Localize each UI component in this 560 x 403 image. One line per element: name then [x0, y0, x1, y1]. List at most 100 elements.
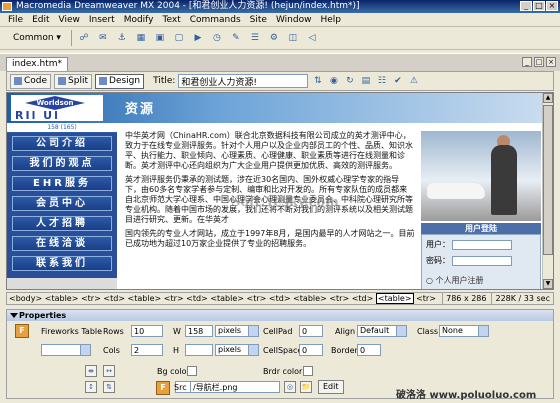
- article-text[interactable]: 中华英才网（ChinaHR.com）联合北京数据科技有限公司成立的英才测评中心，…: [125, 131, 415, 289]
- template-icon[interactable]: ◫: [286, 32, 300, 45]
- nav-item-about[interactable]: 公司介绍: [12, 136, 112, 151]
- validate-icon[interactable]: ✔: [391, 75, 404, 88]
- vertical-scrollbar[interactable]: ▲ ▼: [542, 93, 553, 289]
- tag-selector-item[interactable]: <td>: [269, 294, 291, 303]
- height-unit-select[interactable]: pixels: [215, 344, 259, 356]
- tag-selector-item[interactable]: <td>: [186, 294, 208, 303]
- convert-widths-pixels-icon[interactable]: ↔: [103, 365, 115, 377]
- tag-chooser-icon[interactable]: ◁: [305, 32, 319, 45]
- tag-selector-item[interactable]: <table>: [45, 294, 79, 303]
- menu-modify[interactable]: Modify: [124, 15, 154, 25]
- menu-insert[interactable]: Insert: [89, 15, 115, 25]
- clear-row-heights-icon[interactable]: ↕: [85, 381, 97, 393]
- named-anchor-icon[interactable]: ⚓: [115, 32, 129, 45]
- media-icon[interactable]: ▶: [191, 32, 205, 45]
- nav-item-members[interactable]: 会员中心: [12, 196, 112, 211]
- tag-selector-item-selected[interactable]: <table>: [375, 293, 414, 304]
- tag-selector-item[interactable]: <table>: [293, 294, 327, 303]
- maximize-button[interactable]: □: [533, 1, 545, 11]
- image-icon[interactable]: ▢: [172, 32, 186, 45]
- design-canvas[interactable]: Worldson RIl Ul 资源 158 (165) 公司介绍 我们的观点 …: [6, 92, 554, 290]
- view-options-icon[interactable]: ▤: [359, 75, 372, 88]
- doc-restore-button[interactable]: □: [534, 57, 544, 67]
- width-input[interactable]: [185, 325, 213, 337]
- height-input[interactable]: [185, 344, 213, 356]
- border-input[interactable]: [357, 344, 381, 356]
- layer-icon[interactable]: ▣: [153, 32, 167, 45]
- browse-folder-icon[interactable]: 📁: [300, 381, 312, 393]
- insert-category-dropdown[interactable]: Common ▾: [8, 31, 66, 45]
- align-select[interactable]: Default: [357, 325, 407, 337]
- tag-selector-item[interactable]: <tr>: [81, 294, 101, 303]
- class-select[interactable]: None: [439, 325, 489, 337]
- visual-aids-icon[interactable]: ☷: [375, 75, 388, 88]
- nav-item-chat[interactable]: 在线洽谈: [12, 236, 112, 251]
- nav-item-jobs[interactable]: 人才招聘: [12, 216, 112, 231]
- refresh-icon[interactable]: ↻: [343, 75, 356, 88]
- close-button[interactable]: ×: [546, 1, 558, 11]
- date-icon[interactable]: ◷: [210, 32, 224, 45]
- doc-close-button[interactable]: ×: [546, 57, 556, 67]
- doc-minimize-button[interactable]: _: [522, 57, 532, 67]
- tag-selector-item[interactable]: <table>: [210, 294, 244, 303]
- nav-item-ehr[interactable]: EHR服务: [12, 176, 112, 191]
- edit-button[interactable]: Edit: [318, 380, 344, 394]
- menu-commands[interactable]: Commands: [190, 15, 241, 25]
- document-tab[interactable]: index.htm*: [6, 57, 68, 72]
- cols-input[interactable]: [131, 344, 163, 356]
- menu-edit[interactable]: Edit: [32, 15, 49, 25]
- menu-site[interactable]: Site: [250, 15, 267, 25]
- browser-check-icon[interactable]: ⚠: [407, 75, 420, 88]
- comment-icon[interactable]: ✎: [229, 32, 243, 45]
- password-input[interactable]: [452, 255, 512, 266]
- width-unit-select[interactable]: pixels: [215, 325, 259, 337]
- tag-selector-item[interactable]: <tr>: [416, 294, 436, 303]
- properties-panel-header[interactable]: Properties: [7, 310, 553, 321]
- table-icon[interactable]: ▦: [134, 32, 148, 45]
- rows-input[interactable]: [131, 325, 163, 337]
- nav-item-contact[interactable]: 联系我们: [12, 256, 112, 271]
- cellspace-input[interactable]: [299, 344, 323, 356]
- code-view-button[interactable]: Code: [10, 73, 52, 89]
- scroll-thumb[interactable]: [543, 105, 553, 255]
- tag-selector-item[interactable]: <tr>: [164, 294, 184, 303]
- menu-text[interactable]: Text: [163, 15, 181, 25]
- tag-selector-item[interactable]: <body>: [9, 294, 42, 303]
- tag-selector-item[interactable]: <td>: [352, 294, 374, 303]
- hyperlink-icon[interactable]: ☍: [77, 32, 91, 45]
- tag-selector-item[interactable]: <table>: [128, 294, 162, 303]
- nav-item-views[interactable]: 我们的观点: [12, 156, 112, 171]
- register-radio[interactable]: ○ 个人用户注册: [426, 275, 484, 286]
- src-input[interactable]: [190, 381, 280, 393]
- username-input[interactable]: [452, 239, 512, 250]
- point-to-file-icon[interactable]: ◎: [284, 381, 296, 393]
- table-id-select[interactable]: [41, 344, 91, 356]
- scroll-up-arrow-icon[interactable]: ▲: [543, 93, 553, 103]
- menu-file[interactable]: File: [8, 15, 23, 25]
- scroll-down-arrow-icon[interactable]: ▼: [543, 279, 553, 289]
- tag-selector-item[interactable]: <td>: [103, 294, 125, 303]
- title-input[interactable]: [178, 74, 309, 88]
- window-size-dropdown[interactable]: 786 x 286: [442, 293, 489, 304]
- clear-column-widths-icon[interactable]: ⇼: [85, 365, 97, 377]
- collapse-triangle-icon[interactable]: [10, 313, 18, 318]
- menu-help[interactable]: Help: [320, 15, 341, 25]
- bg-color-swatch[interactable]: [187, 366, 197, 376]
- file-management-icon[interactable]: ⇅: [311, 75, 324, 88]
- tag-selector-item[interactable]: <tr>: [247, 294, 267, 303]
- menu-view[interactable]: View: [59, 15, 80, 25]
- tag-selector[interactable]: <body> <table> <tr> <td> <table> <tr> <t…: [9, 293, 512, 304]
- convert-heights-percent-icon[interactable]: ⇅: [103, 381, 115, 393]
- head-icon[interactable]: ☰: [248, 32, 262, 45]
- menu-window[interactable]: Window: [276, 15, 312, 25]
- preview-browser-icon[interactable]: ◉: [327, 75, 340, 88]
- cellpad-input[interactable]: [299, 325, 323, 337]
- email-icon[interactable]: ✉: [96, 32, 110, 45]
- script-icon[interactable]: ⚙: [267, 32, 281, 45]
- design-view-button[interactable]: Design: [95, 73, 145, 89]
- split-view-button[interactable]: Split: [54, 73, 93, 89]
- site-watermark: 破洛洛 www.poluoluo.com: [396, 390, 537, 401]
- brdr-color-swatch[interactable]: [303, 366, 313, 376]
- minimize-button[interactable]: _: [520, 1, 532, 11]
- tag-selector-item[interactable]: <tr>: [329, 294, 349, 303]
